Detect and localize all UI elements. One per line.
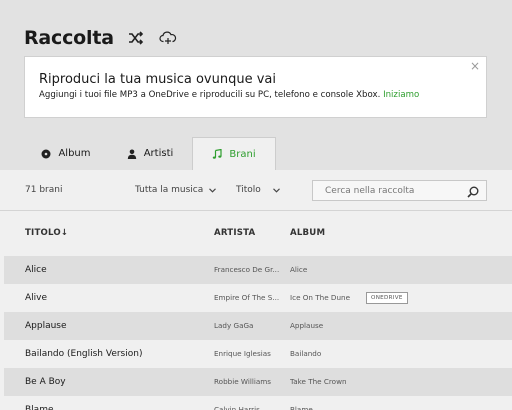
search-icon[interactable] [466, 184, 480, 198]
source-filter-label: Tutta la musica [135, 185, 204, 195]
songs-list: Alice Francesco De Gr... Alice Alive Emp… [4, 256, 512, 410]
table-row[interactable]: Alice Francesco De Gr... Alice [4, 256, 512, 284]
close-icon[interactable]: × [470, 59, 480, 73]
page-title: Raccolta [24, 27, 114, 49]
song-album: Alice [290, 265, 308, 274]
table-row[interactable]: Alive Empire Of The S... Ice On The Dune… [4, 284, 512, 312]
table-row[interactable]: Blame Calvin Harris Blame [4, 396, 512, 410]
banner-description: Aggiungi i tuoi file MP3 a OneDrive e ri… [39, 90, 381, 100]
onedrive-badge: ONEDRIVE [366, 292, 408, 304]
collection-tabs: Album Artisti Brani [24, 137, 276, 170]
songs-panel: 71 brani Tutta la musica Titolo TITOLO↓ … [0, 170, 512, 410]
search-box [312, 180, 487, 201]
tab-brani[interactable]: Brani [192, 137, 276, 170]
tab-artisti[interactable]: Artisti [108, 137, 192, 170]
song-artist: Robbie Williams [214, 377, 271, 386]
search-input[interactable] [313, 181, 463, 200]
banner-title: Riproduci la tua musica ovunque vai [39, 72, 276, 87]
get-started-link[interactable]: Iniziamo [383, 90, 419, 100]
table-row[interactable]: Bailando (English Version) Enrique Igles… [4, 340, 512, 368]
song-artist: Empire Of The S... [214, 293, 280, 302]
song-album: Take The Crown [290, 377, 347, 386]
song-artist: Calvin Harris [214, 405, 260, 410]
song-artist: Lady GaGa [214, 321, 254, 330]
song-title: Bailando (English Version) [25, 349, 143, 359]
onedrive-banner: Riproduci la tua musica ovunque vai Aggi… [24, 56, 487, 118]
song-count: 71 brani [25, 185, 63, 195]
tab-label: Album [58, 148, 91, 159]
song-album: Ice On The Dune [290, 293, 350, 302]
table-row[interactable]: Be A Boy Robbie Williams Take The Crown [4, 368, 512, 396]
column-header-title[interactable]: TITOLO↓ [25, 228, 68, 238]
source-filter-dropdown[interactable]: Tutta la musica [135, 185, 217, 195]
tab-album[interactable]: Album [24, 137, 108, 170]
song-title: Be A Boy [25, 377, 66, 387]
shuffle-icon[interactable] [126, 28, 146, 48]
song-album: Blame [290, 405, 313, 410]
filter-bar: 71 brani Tutta la musica Titolo [0, 170, 512, 210]
sort-arrow-icon: ↓ [60, 228, 69, 238]
song-title: Applause [25, 321, 67, 331]
chevron-down-icon [209, 187, 217, 193]
person-icon [127, 149, 137, 159]
song-artist: Francesco De Gr... [214, 265, 280, 274]
song-artist: Enrique Iglesias [214, 349, 271, 358]
column-header-album[interactable]: ALBUM [290, 228, 325, 238]
song-title: Alice [25, 265, 47, 275]
tab-label: Artisti [143, 148, 174, 159]
column-header-artist[interactable]: ARTISTA [214, 228, 255, 238]
disc-icon [41, 149, 51, 159]
table-row[interactable]: Applause Lady GaGa Applause [4, 312, 512, 340]
sort-label: Titolo [236, 185, 261, 195]
song-title: Blame [25, 405, 54, 410]
chevron-down-icon [272, 187, 280, 193]
cloud-add-icon[interactable] [158, 28, 178, 48]
song-album: Applause [290, 321, 324, 330]
music-note-icon [212, 149, 222, 159]
song-album: Bailando [290, 349, 322, 358]
column-title-label: TITOLO [25, 228, 61, 238]
song-title: Alive [25, 293, 48, 303]
divider [0, 210, 512, 211]
banner-text: Aggiungi i tuoi file MP3 a OneDrive e ri… [39, 90, 419, 100]
tab-label: Brani [229, 148, 256, 160]
header: Raccolta [24, 24, 178, 52]
sort-dropdown[interactable]: Titolo [236, 185, 280, 195]
